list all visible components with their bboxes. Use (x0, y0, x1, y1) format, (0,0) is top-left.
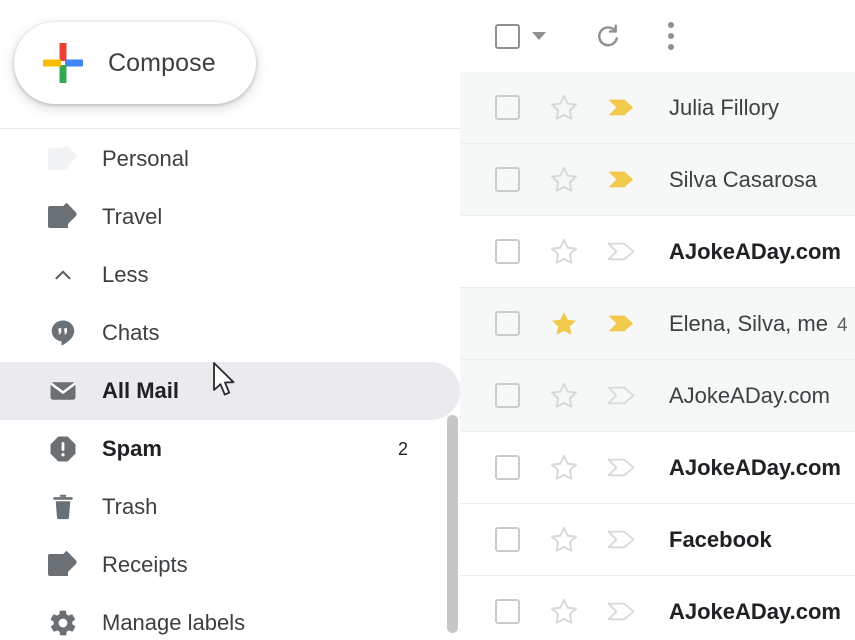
mail-rows-container: Julia Fillory Silva Casarosa AJokeADay.com… (460, 72, 855, 640)
sidebar: Compose Personal Travel Less Chats All M… (0, 0, 460, 640)
sender-name: Facebook (669, 526, 772, 552)
sidebar-item-chats[interactable]: Chats (0, 304, 460, 362)
sender-wrapper: Julia Fillory (639, 95, 779, 121)
row-checkbox[interactable] (495, 239, 520, 264)
trash-icon (46, 490, 80, 524)
sender-name: Silva Casarosa (669, 166, 817, 192)
sender-wrapper: AJokeADay.com (639, 599, 841, 625)
mail-row[interactable]: AJokeADay.com (460, 216, 855, 288)
sidebar-item-label: All Mail (102, 378, 180, 403)
row-checkbox[interactable] (495, 527, 520, 552)
gmail-window: Compose Personal Travel Less Chats All M… (0, 0, 855, 640)
star-outline-icon[interactable] (549, 525, 579, 555)
sidebar-scrollbar[interactable] (447, 415, 458, 633)
envelope-icon (46, 374, 80, 408)
row-checkbox[interactable] (495, 95, 520, 120)
mail-row[interactable]: AJokeADay.com (460, 432, 855, 504)
star-filled-icon[interactable] (549, 309, 579, 339)
sidebar-item-trash[interactable]: Trash (0, 478, 460, 536)
sidebar-item-receipts[interactable]: Receipts (0, 536, 460, 594)
sender-wrapper: Facebook (639, 527, 772, 553)
compose-button[interactable]: Compose (14, 22, 256, 104)
sender-wrapper: Elena, Silva, me 4 (639, 311, 848, 337)
importance-marker-filled-icon[interactable] (605, 310, 639, 337)
row-checkbox[interactable] (495, 455, 520, 480)
star-outline-icon[interactable] (549, 453, 579, 483)
sidebar-item-label: Trash (102, 494, 158, 519)
plus-icon (40, 40, 86, 86)
spam-alert-icon (46, 432, 80, 466)
sender-name: AJokeADay.com (669, 382, 830, 408)
sidebar-item-manage-labels[interactable]: Manage labels (0, 594, 460, 640)
sidebar-item-all-mail[interactable]: All Mail (0, 362, 460, 420)
row-checkbox[interactable] (495, 311, 520, 336)
sidebar-item-personal[interactable]: Personal (0, 130, 460, 188)
importance-marker-outline-icon[interactable] (605, 526, 639, 553)
compose-button-wrapper: Compose (14, 22, 256, 104)
sidebar-item-travel[interactable]: Travel (0, 188, 460, 246)
row-checkbox[interactable] (495, 383, 520, 408)
chevron-up-icon (46, 258, 80, 292)
sidebar-item-label: Manage labels (102, 610, 246, 635)
sender-name: Elena, Silva, me (669, 310, 828, 336)
importance-marker-filled-icon[interactable] (605, 166, 639, 193)
hangouts-icon (46, 316, 80, 350)
importance-marker-filled-icon[interactable] (605, 94, 639, 121)
row-checkbox[interactable] (495, 167, 520, 192)
sidebar-item-spam[interactable]: Spam 2 (0, 420, 460, 478)
star-outline-icon[interactable] (549, 93, 579, 123)
sender-name: Julia Fillory (669, 94, 780, 120)
mail-row[interactable]: AJokeADay.com (460, 360, 855, 432)
sidebar-item-label: Personal (102, 146, 189, 171)
chevron-down-icon[interactable] (532, 32, 546, 40)
mail-row[interactable]: AJokeADay.com (460, 576, 855, 640)
label-tag-icon (46, 548, 80, 582)
refresh-icon[interactable] (594, 22, 622, 50)
sidebar-item-less[interactable]: Less (0, 246, 460, 304)
sidebar-item-count: 2 (397, 438, 408, 459)
sidebar-item-label: Chats (102, 320, 160, 345)
mail-row[interactable]: Facebook (460, 504, 855, 576)
sidebar-item-label: Travel (102, 204, 163, 229)
sender-wrapper: AJokeADay.com (639, 455, 841, 481)
sidebar-item-label: Less (102, 262, 149, 287)
sender-name: AJokeADay.com (669, 238, 841, 264)
more-options-icon[interactable] (668, 17, 675, 55)
importance-marker-outline-icon[interactable] (605, 598, 639, 625)
select-all-checkbox[interactable] (495, 23, 520, 49)
sidebar-divider (0, 128, 460, 129)
row-checkbox[interactable] (495, 599, 520, 624)
importance-marker-outline-icon[interactable] (605, 238, 639, 265)
importance-marker-outline-icon[interactable] (605, 454, 639, 481)
sender-name: AJokeADay.com (669, 598, 841, 624)
mail-row[interactable]: Silva Casarosa (460, 144, 855, 216)
compose-label: Compose (108, 48, 216, 77)
sender-wrapper: AJokeADay.com (639, 239, 841, 265)
mail-row[interactable]: Julia Fillory (460, 72, 855, 144)
importance-marker-outline-icon[interactable] (605, 382, 639, 409)
sidebar-item-label: Spam (102, 436, 162, 461)
sender-name: AJokeADay.com (669, 454, 841, 480)
star-outline-icon[interactable] (549, 165, 579, 195)
star-outline-icon[interactable] (549, 381, 579, 411)
sidebar-item-label: Receipts (102, 552, 188, 577)
star-outline-icon[interactable] (549, 237, 579, 267)
mail-toolbar (460, 0, 855, 73)
sidebar-nav-list: Personal Travel Less Chats All Mail Spam… (0, 130, 460, 640)
sender-wrapper: AJokeADay.com (639, 383, 830, 409)
thread-count: 4 (836, 314, 848, 336)
star-outline-icon[interactable] (549, 597, 579, 627)
label-tag-icon (46, 200, 80, 234)
mail-list-pane: Julia Fillory Silva Casarosa AJokeADay.com… (460, 0, 855, 640)
sender-wrapper: Silva Casarosa (639, 167, 817, 193)
label-tag-icon (46, 142, 80, 176)
mail-row[interactable]: Elena, Silva, me 4 (460, 288, 855, 360)
gear-icon (46, 606, 80, 640)
